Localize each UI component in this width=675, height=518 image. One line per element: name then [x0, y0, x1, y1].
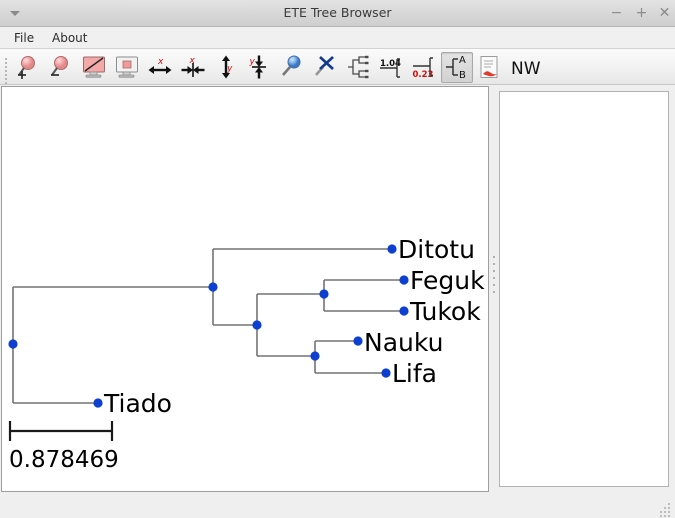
svg-text:x: x: [157, 57, 164, 67]
splitter-grip-icon: [493, 256, 495, 298]
actual-size-icon: [114, 54, 140, 80]
minimize-button[interactable]: −: [608, 5, 625, 22]
clear-search-button[interactable]: [309, 52, 341, 83]
menu-file[interactable]: File: [8, 29, 40, 47]
properties-panel[interactable]: [499, 91, 669, 487]
scale-bar: [8, 421, 114, 441]
shrink-x-icon: x: [180, 54, 206, 80]
shrink-y-icon: y: [246, 54, 272, 80]
actual-size-button[interactable]: [111, 52, 143, 83]
zoom-in-icon: [15, 54, 41, 80]
svg-text:y: y: [226, 64, 233, 74]
increase-y-scale-button[interactable]: y: [210, 52, 242, 83]
fit-screen-icon: [81, 54, 107, 80]
menu-bar: File About: [0, 27, 675, 49]
scale-bar-label: 0.878469: [9, 447, 119, 473]
leaf-dot-lifa: [381, 368, 391, 378]
maximize-button[interactable]: +: [633, 5, 650, 22]
newick-icon: NW: [508, 54, 544, 80]
leaf-dot-tukok: [399, 306, 409, 316]
svg-text:NW: NW: [511, 59, 541, 79]
status-bar: [0, 495, 675, 518]
title-bar: ETE Tree Browser − + ✕: [0, 0, 675, 27]
phylogenetic-tree: Ditotu Feguk Tukok Nauku Lifa Tiado 0.87…: [8, 235, 485, 473]
tree-canvas[interactable]: Ditotu Feguk Tukok Nauku Lifa Tiado 0.87…: [1, 86, 489, 492]
close-button[interactable]: ✕: [656, 5, 673, 22]
ete-tree-browser-window: ETE Tree Browser − + ✕ File About x x y …: [0, 0, 675, 518]
tree-branches: [12, 248, 404, 404]
node-clade-a: [208, 282, 218, 292]
branch-length-icon: 1.04: [378, 54, 404, 80]
expand-y-icon: y: [213, 54, 239, 80]
export-pdf-icon: [477, 54, 503, 80]
show-branch-support-button[interactable]: 0.23: [408, 52, 440, 83]
branch-support-icon: 0.23: [411, 54, 437, 80]
leaf-dot-tiado: [93, 398, 103, 408]
window-title: ETE Tree Browser: [283, 5, 392, 20]
show-topology-icon: [345, 54, 371, 80]
show-topology-button[interactable]: [342, 52, 374, 83]
show-newick-button[interactable]: NW: [507, 52, 545, 83]
search-icon: [279, 54, 305, 80]
zoom-in-button[interactable]: [12, 52, 44, 83]
node-nauku-lifa: [310, 351, 320, 361]
leaf-label-feguk[interactable]: Feguk: [410, 266, 485, 295]
toolbar-drag-handle[interactable]: [4, 56, 9, 84]
leaf-names-icon: A B: [444, 54, 470, 80]
node-feguk-tukok: [319, 289, 329, 299]
leaf-node-dots[interactable]: [93, 244, 409, 408]
leaf-dot-ditotu: [387, 244, 397, 254]
menu-about[interactable]: About: [46, 29, 93, 47]
leaf-dot-feguk: [399, 275, 409, 285]
svg-text:x: x: [189, 56, 196, 66]
zoom-out-button[interactable]: [45, 52, 77, 83]
main-split-area: Ditotu Feguk Tukok Nauku Lifa Tiado 0.87…: [0, 85, 675, 495]
leaf-label-lifa[interactable]: Lifa: [392, 359, 437, 388]
fit-screen-button[interactable]: [78, 52, 110, 83]
decrease-y-scale-button[interactable]: y: [243, 52, 275, 83]
leaf-label-tiado[interactable]: Tiado: [103, 389, 172, 418]
node-root: [8, 339, 18, 349]
show-branch-length-button[interactable]: 1.04: [375, 52, 407, 83]
leaf-dot-nauku: [353, 336, 363, 346]
expand-x-icon: x: [147, 54, 173, 80]
leaf-label-ditotu[interactable]: Ditotu: [398, 235, 475, 264]
show-leaf-names-button[interactable]: A B: [441, 51, 473, 83]
svg-text:B: B: [459, 70, 466, 80]
leaf-label-tukok[interactable]: Tukok: [409, 297, 481, 326]
resize-grip-icon[interactable]: [658, 502, 672, 517]
search-node-button[interactable]: [276, 52, 308, 83]
zoom-out-icon: [48, 54, 74, 80]
node-clade-b: [252, 320, 262, 330]
clear-search-icon: [312, 54, 338, 80]
leaf-label-nauku[interactable]: Nauku: [364, 328, 443, 357]
toolbar: x x y y 1.04 0.23 A B NW: [0, 49, 675, 85]
increase-x-scale-button[interactable]: x: [144, 52, 176, 83]
panel-splitter[interactable]: [489, 86, 499, 492]
export-pdf-button[interactable]: [474, 52, 506, 83]
svg-text:A: A: [459, 55, 466, 66]
decrease-x-scale-button[interactable]: x: [177, 52, 209, 83]
svg-text:y: y: [249, 57, 256, 67]
